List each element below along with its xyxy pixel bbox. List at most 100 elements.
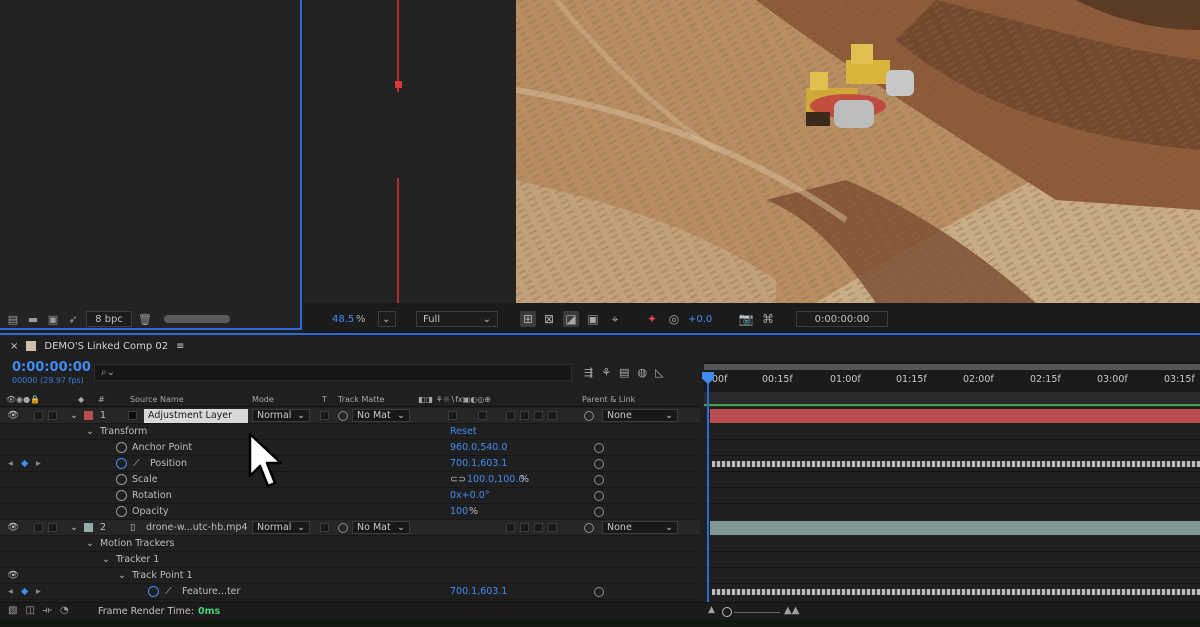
keyframe-diamond-icon[interactable]: ◆ <box>21 458 28 469</box>
anchor-point-value[interactable]: 960.0,540.0 <box>450 442 507 453</box>
new-folder-icon[interactable]: ▬ <box>26 313 40 326</box>
chevron-down-icon[interactable]: ⌄ <box>86 538 94 549</box>
bit-depth-button[interactable]: 8 bpc <box>86 311 132 327</box>
feature-center-keyframes[interactable] <box>712 589 1200 595</box>
adjustment-switch[interactable] <box>534 411 543 420</box>
exposure-value[interactable]: +0.0 <box>688 314 712 325</box>
thumbnail-slider[interactable] <box>164 315 230 323</box>
scale-row[interactable]: Scale ⊂⊃ 100.0,100.0 % <box>0 472 700 488</box>
layer-row-1[interactable]: 👁 ⌄ 1 Adjustment Layer Normal ⌄ No Mat ⌄ N… <box>0 408 700 424</box>
header-source-name[interactable]: Source Name <box>130 395 184 404</box>
parent-pickwhip-icon[interactable] <box>584 411 594 421</box>
close-icon[interactable]: × <box>10 341 18 352</box>
matte-pickwhip-icon[interactable] <box>338 411 348 421</box>
transform-group-row[interactable]: ⌄ Transform Reset <box>0 424 700 440</box>
layer-label-color[interactable] <box>84 523 93 532</box>
composition-mini-flowchart-icon[interactable]: ⇶ <box>584 366 593 379</box>
next-keyframe-icon[interactable]: ▸ <box>36 458 41 469</box>
position-row[interactable]: ◂ ◆ ▸ ⟋ Position 700.1,603.1 <box>0 456 700 472</box>
stopwatch-icon[interactable] <box>116 474 127 485</box>
resolution-dropdown[interactable]: Full ⌄ <box>416 311 498 327</box>
in-out-toggle-icon[interactable]: ⟛ <box>43 605 52 616</box>
playhead-marker[interactable] <box>395 81 402 88</box>
solo-switch[interactable] <box>34 411 43 420</box>
preserve-transparency-switch[interactable] <box>320 523 329 532</box>
motion-trackers-row[interactable]: ⌄ Motion Trackers <box>0 536 700 552</box>
chevron-down-icon[interactable]: ⌄ <box>118 570 126 581</box>
show-snapshot-icon[interactable]: ⌘ <box>760 311 776 327</box>
timeline-tab[interactable]: × DEMO'S Linked Comp 02 ≡ <box>0 337 184 355</box>
tracker-row[interactable]: ⌄ Tracker 1 <box>0 552 700 568</box>
frame-blending-icon[interactable]: ◍ <box>638 366 648 379</box>
feature-center-value[interactable]: 700.1,603.1 <box>450 586 507 597</box>
keyframe-diamond-icon[interactable]: ◆ <box>21 586 28 597</box>
composition-viewer[interactable] <box>516 0 1200 303</box>
layer-2-duration-bar[interactable] <box>710 521 1200 535</box>
grid-guides-icon[interactable]: ⌖ <box>607 311 623 327</box>
property-pickwhip-icon[interactable] <box>594 459 604 469</box>
visibility-eye-icon[interactable]: 👁 <box>7 522 19 533</box>
stopwatch-icon[interactable] <box>116 506 127 517</box>
panel-menu-icon[interactable]: ≡ <box>176 341 184 352</box>
preserve-transparency-switch[interactable] <box>320 411 329 420</box>
layer-name-field[interactable]: Adjustment Layer <box>144 409 248 423</box>
3d-switch[interactable] <box>548 523 557 532</box>
visibility-eye-icon[interactable]: 👁 <box>7 570 19 581</box>
chevron-down-icon[interactable]: ⌄ <box>86 426 94 437</box>
visibility-eye-icon[interactable]: 👁 <box>7 410 19 421</box>
transform-reset-link[interactable]: Reset <box>450 426 477 437</box>
frame-blend-switch[interactable] <box>520 411 529 420</box>
work-area-bar[interactable] <box>704 364 1200 370</box>
stopwatch-icon[interactable] <box>116 490 127 501</box>
search-input[interactable]: ⌕⌄ <box>94 364 572 381</box>
region-of-interest-icon[interactable]: ▣ <box>585 311 601 327</box>
chevron-down-icon[interactable]: ⌄ <box>70 522 78 533</box>
reset-exposure-icon[interactable]: ◎ <box>666 311 682 327</box>
shy-switch[interactable] <box>448 411 457 420</box>
anchor-point-row[interactable]: Anchor Point 960.0,540.0 <box>0 440 700 456</box>
effect-switch[interactable] <box>506 523 515 532</box>
chevron-down-icon[interactable]: ⌄ <box>102 554 110 565</box>
channels-icon[interactable]: ✦ <box>644 311 660 327</box>
parent-dropdown[interactable]: None ⌄ <box>602 409 678 422</box>
prev-keyframe-icon[interactable]: ◂ <box>8 458 13 469</box>
graph-icon[interactable]: ⟋ <box>165 586 172 597</box>
shy-layers-icon[interactable]: ▤ <box>619 366 629 379</box>
opacity-value[interactable]: 100 <box>450 506 468 517</box>
stopwatch-icon[interactable] <box>148 586 159 597</box>
export-icon[interactable]: ➶ <box>66 313 80 326</box>
lock-switch[interactable] <box>48 523 57 532</box>
property-pickwhip-icon[interactable] <box>594 475 604 485</box>
position-value[interactable]: 700.1,603.1 <box>450 458 507 469</box>
lock-switch[interactable] <box>48 411 57 420</box>
layer-row-2[interactable]: 👁 ⌄ 2 ▯ drone-w...utc-hb.mp4 Normal ⌄ No … <box>0 520 700 536</box>
transparency-grid-icon[interactable]: ⊠ <box>541 311 557 327</box>
next-keyframe-icon[interactable]: ▸ <box>36 586 41 597</box>
property-pickwhip-icon[interactable] <box>594 507 604 517</box>
matte-pickwhip-icon[interactable] <box>338 523 348 533</box>
graph-editor-icon[interactable]: ◺ <box>655 366 663 379</box>
snapshot-icon[interactable]: 📷 <box>738 311 754 327</box>
chevron-down-icon[interactable]: ⌄ <box>70 410 78 421</box>
layer-switches-toggle-icon[interactable]: ▧ <box>8 605 17 616</box>
draft-3d-icon[interactable]: ⚘ <box>601 366 611 379</box>
parent-dropdown[interactable]: None ⌄ <box>602 521 678 534</box>
property-pickwhip-icon[interactable] <box>594 443 604 453</box>
zoom-slider-track[interactable] <box>734 612 780 613</box>
zoom-out-icon[interactable]: ▲ <box>708 605 715 615</box>
fast-previews-icon[interactable]: ⊞ <box>520 311 536 327</box>
current-time-indicator[interactable] <box>707 372 709 606</box>
frame-blend-switch[interactable] <box>520 523 529 532</box>
quality-switch[interactable] <box>478 411 487 420</box>
property-pickwhip-icon[interactable] <box>594 491 604 501</box>
zoom-dropdown[interactable]: ⌄ <box>378 311 396 327</box>
trash-icon[interactable]: 🗑 <box>138 313 152 326</box>
opacity-row[interactable]: Opacity 100 % <box>0 504 700 520</box>
track-matte-dropdown[interactable]: No Mat ⌄ <box>352 521 410 534</box>
current-time[interactable]: 0:00:00:00 <box>12 360 91 375</box>
zoom-in-icon[interactable]: ▲▲ <box>784 605 799 616</box>
feature-center-row[interactable]: ◂ ◆ ▸ ⟋ Feature...ter 700.1,603.1 <box>0 584 700 600</box>
blend-mode-dropdown[interactable]: Normal ⌄ <box>252 409 310 422</box>
adjustment-switch[interactable] <box>534 523 543 532</box>
track-matte-dropdown[interactable]: No Mat ⌄ <box>352 409 410 422</box>
